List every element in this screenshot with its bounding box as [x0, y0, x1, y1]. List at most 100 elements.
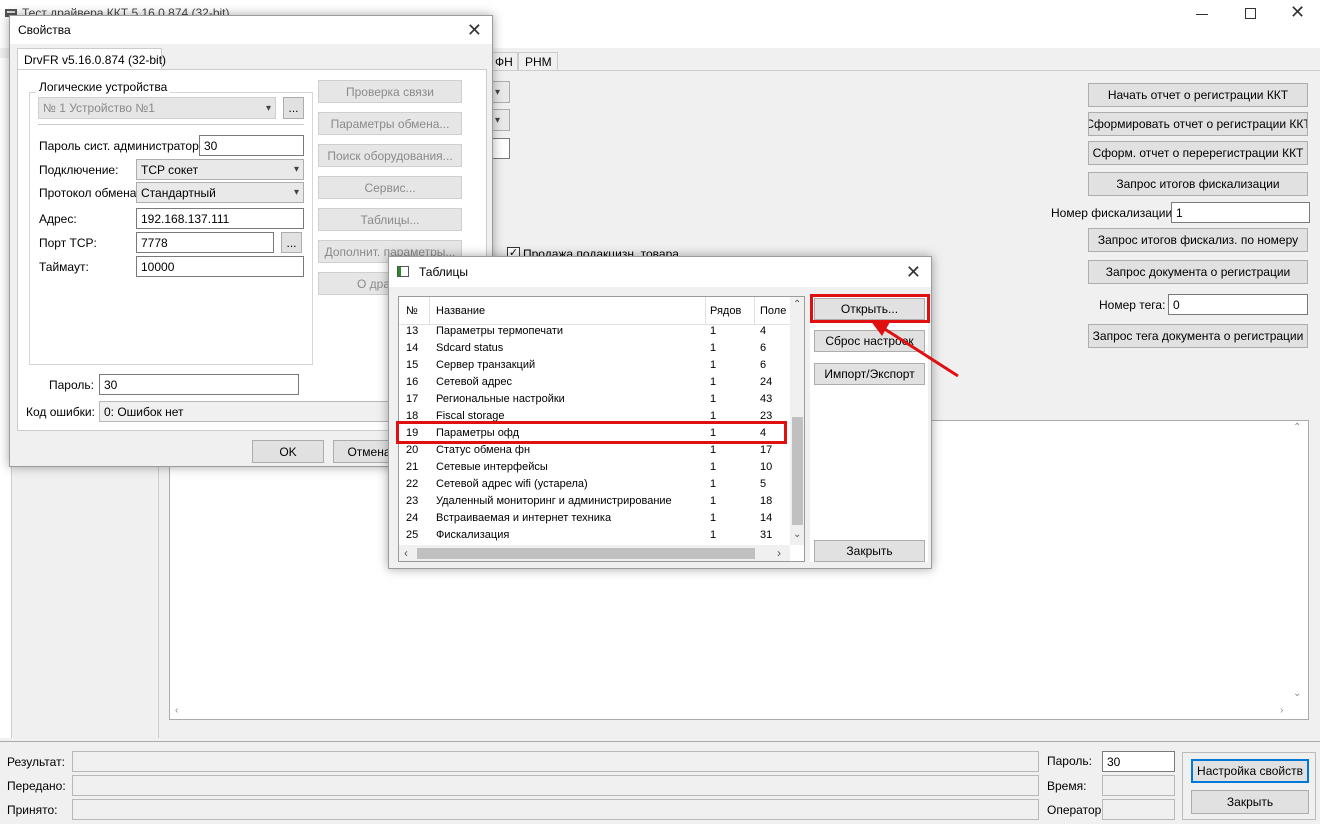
column-header-fields[interactable]: Поле: [760, 305, 786, 317]
scroll-left-icon[interactable]: ‹: [175, 705, 178, 716]
row-count: 1: [710, 478, 717, 490]
table-row[interactable]: 25 Фискализация 1 31: [399, 528, 790, 545]
fiscalization-totals-by-number-button[interactable]: Запрос итогов фискализ. по номеру: [1088, 228, 1308, 252]
password-input[interactable]: 30: [99, 374, 299, 395]
row-number: 20: [406, 444, 419, 456]
row-count: 1: [710, 529, 717, 541]
time-field: [1102, 775, 1175, 796]
tag-number-input[interactable]: 0: [1168, 294, 1308, 315]
protocol-label: Протокол обмена:: [39, 186, 140, 200]
column-header-number[interactable]: №: [406, 305, 418, 317]
port-input[interactable]: 7778: [136, 232, 274, 253]
table-row[interactable]: 15 Сервер транзакций 1 6: [399, 358, 790, 375]
chevron-down-icon: ▾: [293, 187, 299, 198]
table-row[interactable]: 22 Сетевой адрес wifi (устарела) 1 5: [399, 477, 790, 494]
table-row[interactable]: 23 Удаленный мониторинг и администрирован…: [399, 494, 790, 511]
vertical-scrollbar[interactable]: ⌃ ⌄: [790, 297, 804, 545]
properties-titlebar: Свойства ✕: [10, 16, 492, 44]
row-number: 13: [406, 325, 419, 337]
table-row[interactable]: 16 Сетевой адрес 1 24: [399, 375, 790, 392]
port-browse-button[interactable]: ...: [281, 232, 302, 253]
close-icon[interactable]: ✕: [467, 20, 482, 41]
fiscal-number-input[interactable]: 1: [1171, 202, 1310, 223]
scroll-thumb[interactable]: [792, 417, 803, 525]
main-close-button[interactable]: Закрыть: [1191, 790, 1309, 814]
scroll-down-icon[interactable]: ⌄: [793, 529, 801, 540]
chevron-down-icon: ▾: [495, 86, 501, 98]
connection-select[interactable]: TCP сокет ▾: [136, 159, 304, 180]
scroll-up-icon[interactable]: ⌃: [1293, 422, 1301, 433]
ok-button[interactable]: OK: [252, 440, 324, 463]
chevron-down-icon: ▾: [293, 164, 299, 175]
start-registration-report-button[interactable]: Начать отчет о регистрации ККТ: [1088, 83, 1308, 107]
received-label: Принято:: [7, 803, 58, 817]
tables-button[interactable]: Таблицы...: [318, 208, 462, 231]
tab-fn[interactable]: ФН: [490, 52, 518, 70]
column-header-name[interactable]: Название: [436, 305, 485, 317]
bottom-password-input[interactable]: 30: [1102, 751, 1175, 772]
scroll-left-icon[interactable]: ‹: [404, 546, 408, 560]
row-name: Сетевой адрес: [436, 376, 513, 388]
service-button[interactable]: Сервис...: [318, 176, 462, 199]
hidden-combo-1[interactable]: ▾: [490, 81, 510, 103]
scroll-down-icon[interactable]: ⌄: [1293, 688, 1301, 699]
scroll-right-icon[interactable]: ›: [777, 546, 781, 560]
table-row[interactable]: 24 Встраиваемая и интернет техника 1 14: [399, 511, 790, 528]
close-icon[interactable]: ✕: [906, 262, 921, 283]
row-count: 1: [710, 512, 717, 524]
scroll-up-icon[interactable]: ⌃: [793, 299, 801, 310]
row-name: Встраиваемая и интернет техника: [436, 512, 612, 524]
table-row[interactable]: 20 Статус обмена фн 1 17: [399, 443, 790, 460]
device-browse-button[interactable]: ...: [283, 97, 304, 119]
settings-button[interactable]: Настройка свойств: [1191, 759, 1309, 783]
column-header-rows[interactable]: Рядов: [710, 305, 741, 317]
horizontal-scrollbar[interactable]: ‹ ›: [399, 545, 790, 561]
close-icon[interactable]: ✕: [1290, 2, 1305, 23]
bottom-divider: [0, 741, 1320, 742]
table-row[interactable]: 13 Параметры термопечати 1 4: [399, 324, 790, 341]
form-registration-report-button[interactable]: Сформировать отчет о регистрации ККТ: [1088, 112, 1308, 136]
exchange-params-button[interactable]: Параметры обмена...: [318, 112, 462, 135]
row-fields: 24: [760, 376, 773, 388]
row-number: 14: [406, 342, 419, 354]
connection-value: TCP сокет: [141, 162, 199, 177]
protocol-select[interactable]: Стандартный ▾: [136, 182, 304, 203]
row-name: Sdcard status: [436, 342, 504, 354]
row-name: Сетевой адрес wifi (устарела): [436, 478, 588, 490]
row-fields: 10: [760, 461, 773, 473]
table-row[interactable]: 17 Региональные настройки 1 43: [399, 392, 790, 409]
table-row[interactable]: 14 Sdcard status 1 6: [399, 341, 790, 358]
registration-tag-button[interactable]: Запрос тега документа о регистрации: [1088, 324, 1308, 348]
registration-document-button[interactable]: Запрос документа о регистрации: [1088, 260, 1308, 284]
row-count: 1: [710, 393, 717, 405]
hidden-field[interactable]: [490, 138, 510, 159]
form-reregistration-report-button[interactable]: Сформ. отчет о перерегистрации ККТ: [1088, 141, 1308, 165]
fiscalization-totals-button[interactable]: Запрос итогов фискализации: [1088, 172, 1308, 196]
tables-close-button[interactable]: Закрыть: [814, 540, 925, 562]
find-equipment-button[interactable]: Поиск оборудования...: [318, 144, 462, 167]
address-input[interactable]: 192.168.137.111: [136, 208, 304, 229]
device-select[interactable]: № 1 Устройство №1 ▾: [38, 97, 276, 119]
row-number: 16: [406, 376, 419, 388]
check-connection-button[interactable]: Проверка связи: [318, 80, 462, 103]
tab-rnm[interactable]: РНМ: [518, 52, 558, 70]
address-label: Адрес:: [39, 212, 77, 226]
table-row[interactable]: 21 Сетевые интерфейсы 1 10: [399, 460, 790, 477]
admin-password-input[interactable]: 30: [199, 135, 304, 156]
row-name: Удаленный мониторинг и администрирование: [436, 495, 672, 507]
tab-drvfr[interactable]: DrvFR v5.16.0.874 (32-bit): [17, 48, 166, 70]
minimize-icon[interactable]: [1196, 14, 1208, 15]
header-sep: [705, 297, 706, 325]
timeout-input[interactable]: 10000: [136, 256, 304, 277]
scroll-thumb[interactable]: [417, 548, 755, 559]
row-name: Статус обмена фн: [436, 444, 531, 456]
red-arrow-icon: [870, 320, 959, 378]
tables-dialog: Таблицы ✕ № Название Рядов Поле 13 Параме…: [388, 256, 932, 569]
grid-header: № Название Рядов Поле: [399, 297, 790, 325]
row-fields: 6: [760, 359, 767, 371]
device-value: № 1 Устройство №1: [43, 101, 155, 115]
maximize-icon[interactable]: [1245, 8, 1256, 19]
row-fields: 31: [760, 529, 773, 541]
hidden-combo-2[interactable]: ▾: [490, 109, 510, 131]
scroll-right-icon[interactable]: ›: [1280, 705, 1283, 716]
